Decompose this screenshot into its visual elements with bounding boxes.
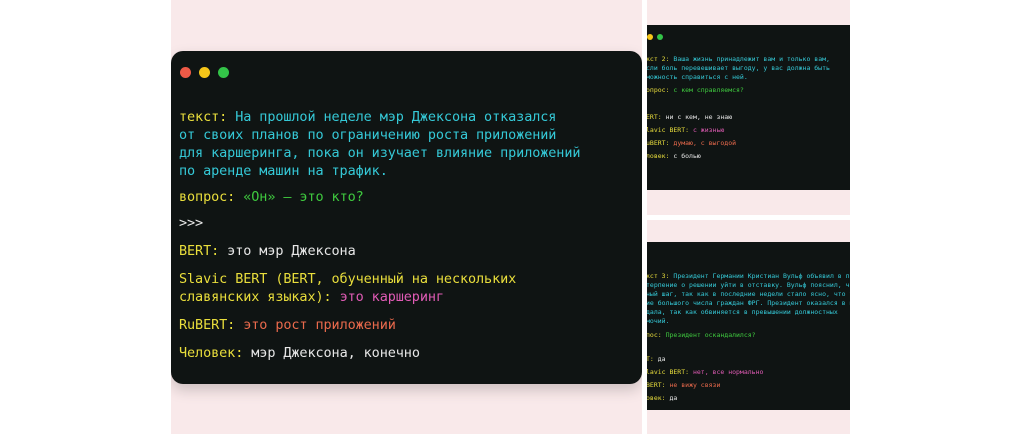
top-right-panel: кст 2: Ваша жизнь принадлежит вам и толь… <box>647 0 850 215</box>
br-text-label: кст 3: <box>647 272 670 280</box>
question-label: вопрос: <box>179 189 236 205</box>
human-answer: мэр Джексона, конечно <box>251 345 420 361</box>
text-line-2: от своих планов по ограничению роста при… <box>179 127 557 143</box>
bert-answer-line: BERT: это мэр Джексона <box>179 242 356 260</box>
minimize-window-button[interactable] <box>647 34 653 40</box>
text-label: текст: <box>179 109 228 125</box>
br-text-line-2: терпение о решении уйти в отставку. Вуль… <box>647 281 850 289</box>
bottom-right-panel: кст 3: Президент Германии Кристиан Вульф… <box>647 220 850 434</box>
tr-bert-line: ERT: ни с кем, не знаю <box>647 113 732 122</box>
question-line: вопрос: «Он» — это кто? <box>179 188 364 206</box>
br-slavic-line: lavic BERT: нет, все нормально <box>647 368 763 377</box>
br-text-line-3: ный шаг, так как в последние недели стал… <box>647 290 850 298</box>
br-rubert-label: BERT: <box>647 381 666 389</box>
tr-slavic-answer: с жизнью <box>692 126 725 134</box>
main-panel: текст: На прошлой неделе мэр Джексона от… <box>171 0 642 434</box>
tr-slavic-line: lavic BERT: с жизнью <box>647 126 724 135</box>
br-rubert-answer: не вижу связи <box>669 381 721 389</box>
tr-text-line-1: кст 2: Ваша жизнь принадлежит вам и толь… <box>647 55 830 64</box>
main-terminal-window: текст: На прошлой неделе мэр Джексона от… <box>171 51 642 384</box>
tr-text-line-3: можность справиться с ней. <box>647 73 748 81</box>
human-label: Человек: <box>179 345 244 361</box>
br-slavic-answer: нет, все нормально <box>692 368 764 376</box>
bottom-right-terminal-window: кст 3: Президент Германии Кристиан Вульф… <box>647 242 850 410</box>
tr-human-line: ловек: с болью <box>647 152 701 161</box>
text-content-1: На прошлой неделе мэр Джексона отказался <box>235 109 557 125</box>
maximize-window-button[interactable] <box>218 67 229 78</box>
tr-bert-label: ERT: <box>647 113 662 121</box>
prompt-line: >>> <box>179 215 204 231</box>
br-text-line-1: кст 3: Президент Германии Кристиан Вульф… <box>647 272 850 281</box>
close-window-button[interactable] <box>180 67 191 78</box>
br-text-first: Президент Германии Кристиан Вульф объяви… <box>673 272 850 280</box>
br-human-answer: да <box>669 394 678 402</box>
br-question-line: пос: Президент оскандалился? <box>647 331 756 340</box>
br-question-label: пос: <box>647 331 662 339</box>
maximize-window-button[interactable] <box>657 34 663 40</box>
br-text-line-4: ие большого числа граждан ФРГ. Президент… <box>647 299 850 307</box>
br-human-label: овек: <box>647 394 666 402</box>
question-text: «Он» — это кто? <box>243 189 364 205</box>
human-answer-line: Человек: мэр Джексона, конечно <box>179 344 420 362</box>
rubert-answer: это рост приложений <box>243 317 396 333</box>
slavic-answer-line: славянских языках): это каршеринг <box>179 288 444 306</box>
text-line-1: текст: На прошлой неделе мэр Джексона от… <box>179 108 556 126</box>
minimize-window-button[interactable] <box>199 67 210 78</box>
bert-answer: это мэр Джексона <box>227 243 356 259</box>
tr-rubert-answer: думаю, с выгодой <box>673 139 737 147</box>
text-line-3: для каршеринга, пока он изучает влияние … <box>179 145 581 161</box>
br-human-line: овек: да <box>647 394 677 403</box>
screenshot-page: текст: На прошлой неделе мэр Джексона от… <box>0 0 1020 434</box>
br-question: Президент оскандалился? <box>665 331 756 339</box>
tr-question-line: опрос: с кем справляемся? <box>647 86 744 95</box>
slavic-answer: это каршеринг <box>339 289 444 305</box>
text-line-4: по аренде машин на трафик. <box>179 163 388 179</box>
br-bert-answer: да <box>657 355 666 363</box>
tr-bert-answer: ни с кем, не знаю <box>665 113 733 121</box>
br-text-line-6: мочий. <box>647 317 670 325</box>
tr-text-label: кст 2: <box>647 55 670 63</box>
slavic-label-2: славянских языках): <box>179 289 332 305</box>
br-rubert-line: BERT: не вижу связи <box>647 381 720 390</box>
rubert-label: RuBERT: <box>179 317 236 333</box>
tr-question: с кем справляемся? <box>673 86 744 94</box>
br-bert-label: T: <box>647 355 654 363</box>
tr-text-1: Ваша жизнь принадлежит вам и только вам, <box>673 55 830 63</box>
tr-rubert-line: uBERT: думаю, с выгодой <box>647 139 736 148</box>
tr-rubert-label: uBERT: <box>647 139 670 147</box>
br-slavic-label: lavic BERT: <box>647 368 690 376</box>
tr-human-answer: с болью <box>673 152 701 160</box>
slavic-label-line-1: Slavic BERT (BERT, обученный на нескольк… <box>179 271 517 287</box>
br-text-line-5: дала, так как обвиняется в превышении до… <box>647 308 838 316</box>
rubert-answer-line: RuBERT: это рост приложений <box>179 316 396 334</box>
tr-text-line-2: сли боль перевешивает выгоду, у вас долж… <box>647 64 830 72</box>
window-controls <box>180 67 237 86</box>
top-right-terminal-window: кст 2: Ваша жизнь принадлежит вам и толь… <box>647 25 850 190</box>
tr-question-label: опрос: <box>647 86 670 94</box>
tr-human-label: ловек: <box>647 152 670 160</box>
br-bert-line: T: да <box>647 355 666 364</box>
tr-slavic-label: lavic BERT: <box>647 126 690 134</box>
bert-label: BERT: <box>179 243 220 259</box>
